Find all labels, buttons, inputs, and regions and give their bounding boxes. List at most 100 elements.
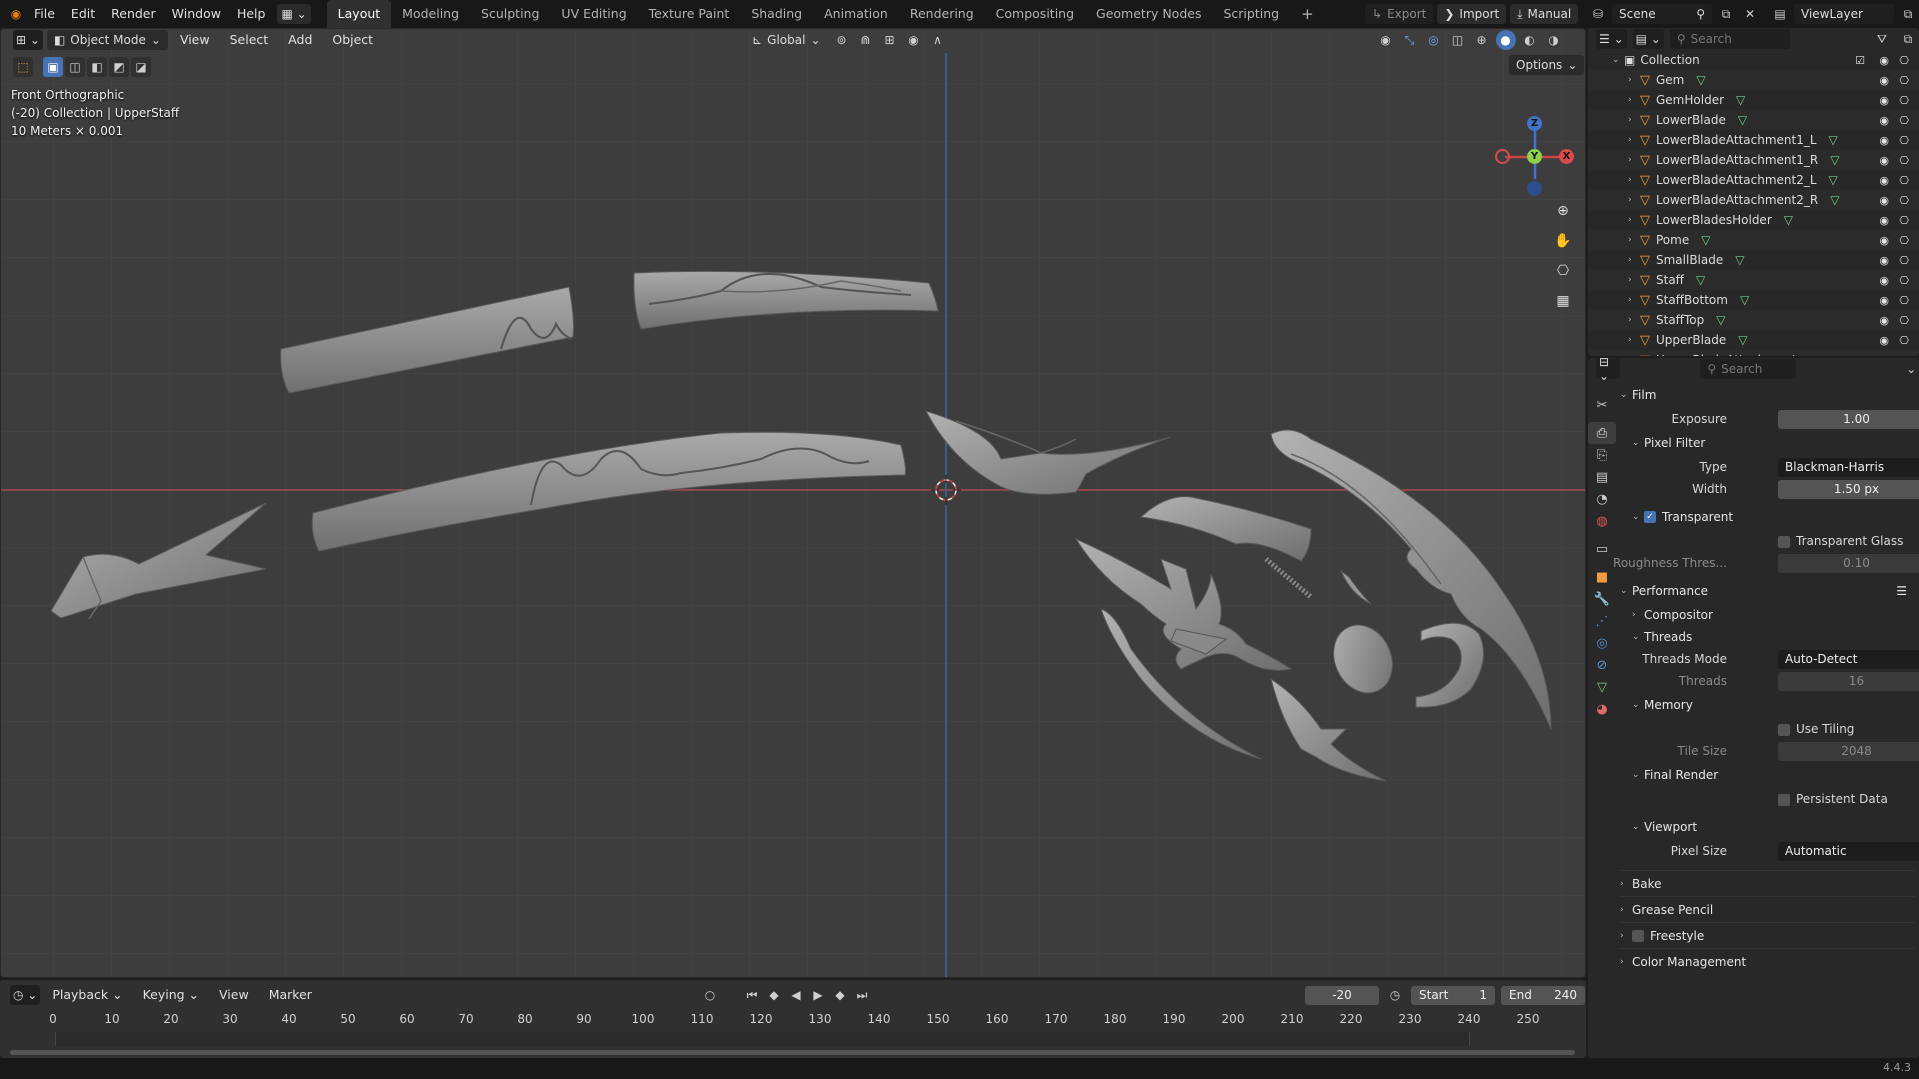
menu-add[interactable]: Add [280, 30, 320, 50]
persistent-data-checkbox[interactable] [1778, 793, 1790, 806]
expand-icon[interactable]: › [1628, 275, 1640, 285]
proportional-edit-icon[interactable]: ◉ [904, 30, 924, 50]
menu-marker[interactable]: Marker [261, 985, 320, 1005]
outliner-object-row[interactable]: › ▽ LowerBladesHolder ▽ ◉ ⎔ [1588, 210, 1919, 230]
select-new-icon[interactable]: ▣ [43, 57, 63, 77]
panel-film-header[interactable]: ⌄ Film [1620, 382, 1915, 408]
select-intersect-icon[interactable]: ◪ [131, 57, 151, 77]
material-tab-icon[interactable]: ◕ [1588, 698, 1616, 720]
camera-icon[interactable]: ⎔ [1899, 94, 1909, 107]
pan-hand-icon[interactable]: ✋ [1551, 229, 1575, 253]
end-frame-field[interactable]: End 240 [1501, 985, 1585, 1005]
play-reverse-icon[interactable]: ◀ [786, 985, 806, 1005]
editor-type-timeline[interactable]: ◷ ⌄ [10, 985, 41, 1005]
new-scene-icon[interactable]: ⧉ [1716, 4, 1736, 24]
panel-bake-header[interactable]: › Bake [1620, 870, 1915, 896]
scene-tab-icon[interactable]: ◔ [1588, 488, 1616, 510]
render-tab-icon[interactable]: ⎙ [1588, 422, 1616, 444]
menu-help[interactable]: Help [229, 0, 274, 28]
tab-compositing[interactable]: Compositing [985, 0, 1085, 28]
expand-icon[interactable]: › [1628, 215, 1640, 225]
camera-icon[interactable]: ⎔ [1899, 214, 1909, 227]
eye-icon[interactable]: ◉ [1879, 54, 1889, 67]
editor-type-viewport[interactable]: ⊞ ⌄ [13, 30, 43, 50]
expand-icon[interactable]: › [1628, 175, 1640, 185]
eye-icon[interactable]: ◉ [1879, 94, 1889, 107]
material-shading-icon[interactable]: ◐ [1520, 30, 1540, 50]
outliner-object-row[interactable]: › ▽ Gem ▽ ◉ ⎔ [1588, 70, 1919, 90]
camera-icon[interactable]: ⎔ [1899, 174, 1909, 187]
filter-width-field[interactable]: 1.50 px [1778, 479, 1919, 499]
pivot-icon[interactable]: ⊚ [832, 30, 852, 50]
camera-icon[interactable]: ⎔ [1899, 294, 1909, 307]
outliner-object-row[interactable]: › ▽ GemHolder ▽ ◉ ⎔ [1588, 90, 1919, 110]
expand-icon[interactable]: › [1628, 315, 1640, 325]
list-icon[interactable]: ☰ [1896, 584, 1907, 598]
options-button[interactable]: Options ⌄ [1509, 55, 1585, 75]
xray-icon[interactable]: ◫ [1448, 30, 1468, 50]
tab-scripting[interactable]: Scripting [1212, 0, 1290, 28]
blender-logo-icon[interactable]: ◉ [6, 4, 26, 24]
tool-tab-icon[interactable]: ✂ [1588, 394, 1616, 416]
manual-button[interactable]: ⤓ Manual [1510, 4, 1579, 24]
tab-modeling[interactable]: Modeling [391, 0, 470, 28]
select-box-tool-icon[interactable]: ⬚ [13, 57, 33, 77]
eye-icon[interactable]: ◉ [1879, 74, 1889, 87]
transparent-checkbox[interactable]: ✓ [1644, 511, 1656, 523]
camera-icon[interactable]: ⎔ [1899, 234, 1909, 247]
tab-layout[interactable]: Layout [326, 0, 392, 28]
delete-scene-icon[interactable]: ✕ [1740, 4, 1760, 24]
snap-icon[interactable]: ⋒ [856, 30, 876, 50]
wireframe-shading-icon[interactable]: ⊕ [1472, 30, 1492, 50]
expand-icon[interactable]: › [1628, 295, 1640, 305]
freestyle-checkbox[interactable] [1632, 929, 1644, 942]
eye-icon[interactable]: ◉ [1879, 114, 1889, 127]
subpanel-memory[interactable]: ⌄ Memory [1620, 692, 1915, 718]
menu-timeline-view[interactable]: View [211, 985, 257, 1005]
use-tiling-row[interactable]: Use Tiling [1620, 718, 1915, 740]
import-button[interactable]: ❯ Import [1437, 4, 1507, 24]
jump-end-icon[interactable]: ⏭ [852, 985, 872, 1005]
outliner-object-row[interactable]: › ▽ StaffTop ▽ ◉ ⎔ [1588, 310, 1919, 330]
scene-selector[interactable]: Scene ⚲ [1612, 4, 1712, 24]
play-icon[interactable]: ▶ [808, 985, 828, 1005]
pin-icon[interactable]: ⌄ [1904, 359, 1919, 379]
eye-icon[interactable]: ◉ [1879, 194, 1889, 207]
expand-icon[interactable]: › [1628, 75, 1640, 85]
menu-window[interactable]: Window [164, 0, 229, 28]
gizmo-y-axis[interactable]: Y [1527, 149, 1542, 164]
pixel-size-select[interactable]: Automatic [1778, 839, 1919, 861]
exposure-field[interactable]: 1.00 [1778, 409, 1919, 429]
outliner-collection-row[interactable]: ⌄ ▣ Collection ☑ ◉ ⎔ [1588, 50, 1919, 70]
camera-icon[interactable]: ⎔ [1899, 74, 1909, 87]
transparent-glass-checkbox[interactable] [1778, 535, 1790, 548]
expand-icon[interactable]: › [1628, 195, 1640, 205]
editor-type-properties[interactable]: ⊟ ⌄ [1596, 358, 1621, 383]
outliner-object-row[interactable]: › ▽ LowerBladeAttachment2_R ▽ ◉ ⎔ [1588, 190, 1919, 210]
falloff-icon[interactable]: ∧ [928, 30, 948, 50]
outliner-object-row[interactable]: › ▽ LowerBladeAttachment1_R ▽ ◉ ⎔ [1588, 150, 1919, 170]
collection-tab-icon[interactable]: ▭ [1588, 538, 1616, 560]
eye-icon[interactable]: ◉ [1879, 134, 1889, 147]
menu-view[interactable]: View [172, 30, 218, 50]
camera-icon[interactable]: ⎔ [1899, 114, 1909, 127]
editor-type-outliner[interactable]: ☰ ⌄ [1596, 29, 1627, 49]
properties-search[interactable]: ⚲ Search [1700, 359, 1796, 379]
camera-icon[interactable]: ⎔ [1899, 334, 1909, 347]
overlay-icon[interactable]: ◎ [1424, 30, 1444, 50]
menu-select[interactable]: Select [222, 30, 277, 50]
eye-icon[interactable]: ◉ [1879, 214, 1889, 227]
outliner-object-row[interactable]: › ▽ LowerBladeAttachment1_L ▽ ◉ ⎔ [1588, 130, 1919, 150]
select-extend-icon[interactable]: ◫ [65, 57, 85, 77]
threads-field[interactable]: 16 [1778, 671, 1919, 691]
modifier-tab-icon[interactable]: 🔧 [1588, 588, 1616, 610]
outliner-object-row[interactable]: › ▽ LowerBlade ▽ ◉ ⎔ [1588, 110, 1919, 130]
navigation-gizmo[interactable]: Z Y X [1495, 89, 1575, 196]
expand-icon[interactable]: › [1628, 135, 1640, 145]
panel-grease-pencil-header[interactable]: › Grease Pencil [1620, 896, 1915, 922]
data-tab-icon[interactable]: ▽ [1588, 676, 1616, 698]
editor-type-button[interactable]: ▦ ⌄ [277, 4, 311, 24]
viewport-scene[interactable] [1, 29, 1586, 978]
display-mode-selector[interactable]: ▤ ⌄ [1632, 29, 1664, 49]
roughness-threshold-field[interactable]: 0.10 [1778, 553, 1919, 573]
